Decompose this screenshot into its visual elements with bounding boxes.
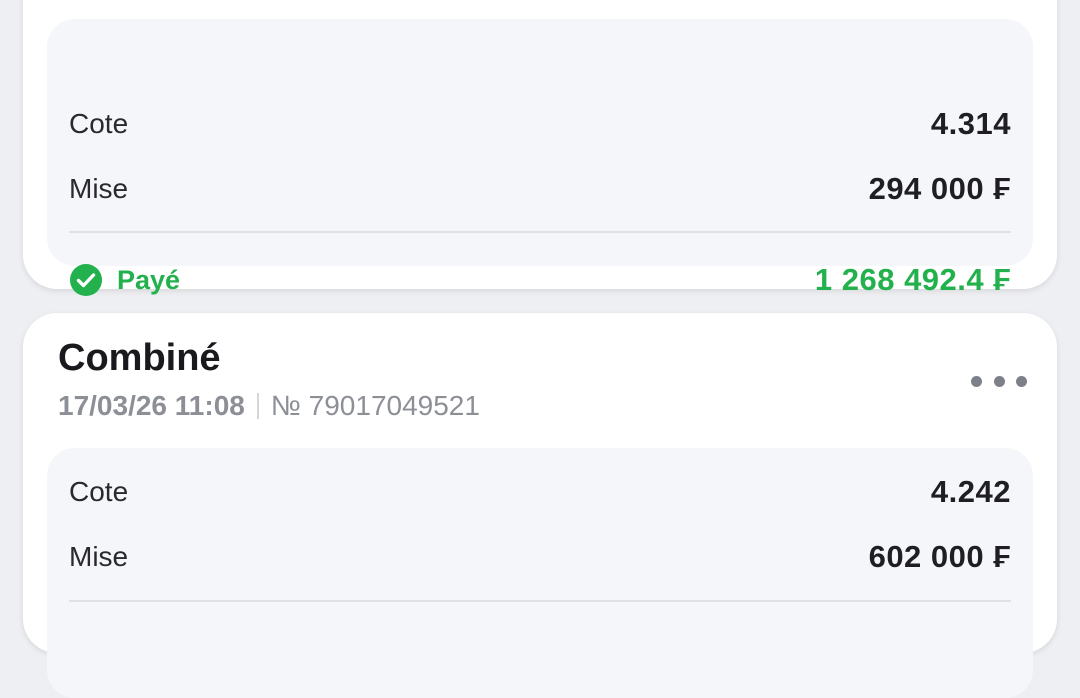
more-horizontal-icon bbox=[971, 375, 982, 387]
status-paid: Payé bbox=[69, 263, 180, 297]
divider bbox=[69, 231, 1011, 233]
odds-value: 4.242 bbox=[930, 474, 1011, 509]
bet-date: 17/03/26 11:08 bbox=[58, 390, 245, 421]
more-options-button[interactable] bbox=[971, 369, 1027, 393]
stake-value: 294 000 ₣ bbox=[868, 171, 1011, 206]
payout-row: Payé 1 268 492.4 ₣ bbox=[69, 260, 1011, 300]
status-label: Payé bbox=[117, 264, 181, 295]
odds-value: 4.314 bbox=[930, 106, 1011, 141]
bet-card-2[interactable]: Combiné 17/03/26 11:08 № 79017049521 Cot… bbox=[23, 313, 1057, 698]
stake-label: Mise bbox=[69, 541, 129, 572]
odds-label: Cote bbox=[69, 108, 129, 139]
check-circle-icon bbox=[69, 263, 103, 297]
bet-details-2: Cote 4.242 Mise 602 000 ₣ bbox=[47, 448, 1033, 698]
meta-separator bbox=[256, 393, 259, 419]
bet-card-1[interactable]: Cote 4.314 Mise 294 000 ₣ Payé 1 268 492… bbox=[23, 0, 1057, 297]
stake-row: Mise 602 000 ₣ bbox=[69, 537, 1011, 577]
more-dot bbox=[993, 375, 1005, 387]
stake-label: Mise bbox=[69, 173, 129, 204]
odds-row: Cote 4.314 bbox=[69, 104, 1011, 144]
bet-meta: 17/03/26 11:08 № 79017049521 bbox=[58, 390, 480, 422]
divider bbox=[69, 600, 1011, 602]
bet-type-title: Combiné bbox=[58, 337, 221, 379]
payout-value: 1 268 492.4 ₣ bbox=[814, 262, 1011, 297]
bet-number: № 79017049521 bbox=[270, 390, 480, 421]
stake-value: 602 000 ₣ bbox=[868, 539, 1011, 574]
odds-row: Cote 4.242 bbox=[69, 472, 1011, 512]
more-dot bbox=[1016, 375, 1027, 387]
stake-row: Mise 294 000 ₣ bbox=[69, 169, 1011, 209]
bet-details-1: Cote 4.314 Mise 294 000 ₣ Payé 1 268 492… bbox=[47, 19, 1033, 297]
odds-label: Cote bbox=[69, 476, 129, 507]
